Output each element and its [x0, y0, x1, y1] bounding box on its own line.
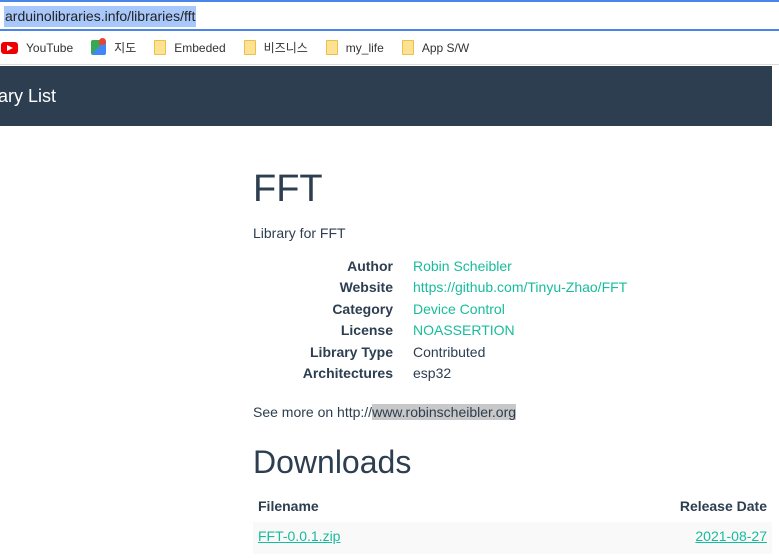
author-link[interactable]: Robin Scheibler: [413, 258, 512, 274]
meta-key: Author: [347, 257, 393, 274]
bookmark-label: 지도: [114, 41, 137, 55]
category-link[interactable]: Device Control: [413, 301, 505, 317]
bookmarks-bar: YouTube 지도 Embeded 비즈니스 my_life App S/W: [0, 31, 779, 65]
folder-icon: [154, 40, 167, 55]
downloads-header: Filename Release Date: [253, 490, 772, 522]
address-bar[interactable]: arduinolibraries.info/libraries/fft: [0, 0, 779, 31]
downloads-heading: Downloads: [253, 444, 412, 480]
meta-key: Category: [332, 300, 393, 317]
bookmark-business[interactable]: 비즈니스: [243, 39, 308, 56]
bookmark-label: YouTube: [26, 40, 74, 55]
meta-row-architectures: Architectures esp32: [300, 363, 627, 385]
bookmark-maps[interactable]: 지도: [91, 38, 137, 56]
folder-icon: [401, 40, 414, 55]
library-title: FFT: [253, 168, 323, 210]
meta-row-website: Website https://github.com/Tinyu-Zhao/FFT: [300, 277, 628, 299]
table-row: FFT-0.0.1.zip 2021-08-27: [253, 522, 772, 554]
website-link[interactable]: https://github.com/Tinyu-Zhao/FFT: [413, 279, 627, 295]
meta-key: Architectures: [302, 365, 393, 382]
meta-key: License: [340, 322, 393, 339]
license-link[interactable]: NOASSERTION: [413, 322, 515, 338]
bookmark-label: Embeded: [174, 40, 226, 55]
bookmark-label: my_life: [345, 40, 384, 55]
bookmark-my-life[interactable]: my_life: [325, 40, 384, 55]
meta-value: esp32: [413, 365, 452, 382]
meta-key: Library Type: [310, 343, 393, 360]
column-release-date: Release Date: [679, 498, 767, 514]
folder-icon: [243, 40, 256, 55]
navbar-brand[interactable]: rary List: [0, 86, 56, 107]
see-more-prefix: See more on http://: [253, 404, 373, 420]
youtube-icon: [1, 41, 18, 54]
meta-value: Contributed: [413, 343, 486, 360]
bookmark-embeded[interactable]: Embeded: [154, 40, 226, 55]
bookmark-app-sw[interactable]: App S/W: [401, 40, 470, 55]
see-more-text: See more on http://www.robinscheibler.or…: [253, 404, 517, 420]
meta-row-category: Category Device Control: [300, 298, 627, 320]
folder-icon: [325, 40, 338, 55]
release-date-link[interactable]: 2021-08-27: [695, 528, 767, 548]
bookmark-label: App S/W: [421, 40, 470, 55]
bookmark-youtube[interactable]: YouTube: [0, 41, 73, 55]
column-filename: Filename: [258, 498, 319, 514]
see-more-selected-text[interactable]: www.robinscheibler.org: [372, 404, 517, 420]
download-file-link[interactable]: FFT-0.0.1.zip: [258, 528, 340, 548]
maps-icon: [91, 38, 107, 55]
downloads-table: Filename Release Date FFT-0.0.1.zip 2021-0…: [253, 490, 772, 554]
meta-row-author: Author Robin Scheibler: [300, 255, 627, 277]
navbar: rary List: [0, 66, 772, 126]
library-meta-table: Author Robin Scheibler Website https://git…: [300, 255, 628, 385]
meta-row-license: License NOASSERTION: [300, 320, 627, 342]
url-text[interactable]: arduinolibraries.info/libraries/fft: [4, 6, 197, 27]
library-description: Library for FFT: [253, 225, 346, 241]
meta-row-type: Library Type Contributed: [300, 341, 627, 363]
bookmark-label: 비즈니스: [263, 41, 308, 55]
meta-key: Website: [339, 279, 393, 296]
